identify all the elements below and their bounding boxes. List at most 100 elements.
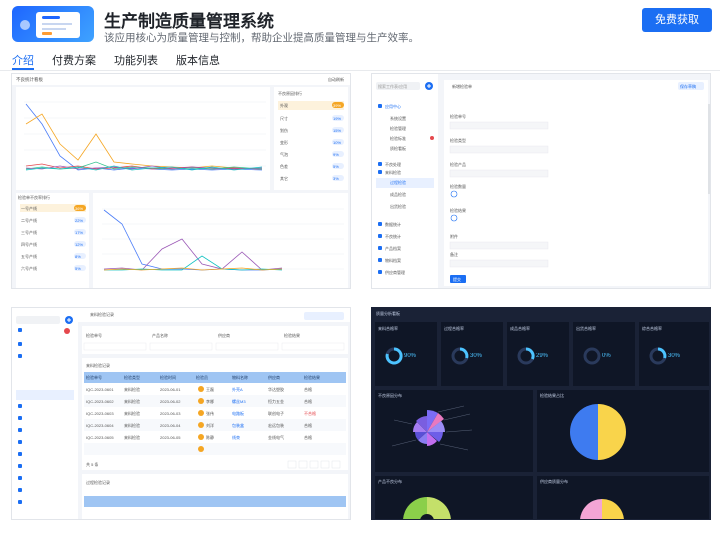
field-label: 检验结果 (450, 208, 466, 213)
cell: 来料检验 (124, 435, 140, 440)
line-item: 二号产线 (21, 218, 37, 223)
kpi-label: 综合合格率 (642, 326, 662, 331)
reason-item: 变形 (280, 140, 288, 145)
screenshot-table[interactable]: 来料检验记录 检验单号 产品名称 供应商 检验结果 来料检验记录 检验单号 检验… (11, 307, 351, 520)
nav-item[interactable]: 数据统计 (385, 222, 401, 228)
tab-pricing[interactable]: 付费方案 (52, 52, 96, 68)
save-draft-button[interactable]: 保存草稿 (680, 84, 696, 90)
nav-item[interactable]: 来料检验 (385, 170, 401, 176)
cell: 张伟 (206, 411, 214, 416)
nav-item[interactable]: 出货检验 (390, 204, 406, 210)
cell: 电路板 (232, 411, 244, 416)
reason-pct: 15% (333, 128, 342, 133)
filter-label[interactable]: 产品名称 (152, 333, 168, 339)
reason-pct: 5% (333, 164, 339, 169)
cell: 2023-06-02 (160, 399, 181, 404)
column-header[interactable]: 物料名称 (232, 375, 266, 381)
cell: IQC-2023-0605 (86, 435, 114, 440)
cell: 合格 (304, 387, 312, 392)
kpi-label: 出货合格率 (576, 326, 596, 331)
nav-item[interactable]: 不良处理 (385, 162, 401, 168)
cell: 合格 (304, 399, 312, 404)
cell: 金线电气 (268, 435, 284, 440)
reason-item: 尺寸 (280, 116, 288, 121)
search-input[interactable]: 搜索工作表/应用 (378, 84, 407, 90)
free-get-button[interactable]: 免费获取 (642, 8, 712, 32)
column-header[interactable]: 供应商 (268, 375, 302, 381)
cell: 包装盒 (232, 423, 244, 428)
pagination-count: 共 5 条 (86, 462, 99, 467)
line-pct: 36% (75, 206, 84, 211)
form-title: 新增检验单 (452, 84, 472, 89)
table-row[interactable]: IQC-2023-0602 来料检验 2023-06-02 李娜 螺丝M3 恒力… (12, 398, 350, 410)
table-row[interactable]: IQC-2023-0601 来料检验 2023-06-01 王磊 外壳A 华达塑… (12, 386, 350, 398)
kpi-label: 来料合格率 (378, 326, 398, 331)
reason-pct: 3% (333, 176, 339, 181)
column-header[interactable]: 检验结果 (304, 375, 342, 381)
line-item: 三号产线 (21, 230, 37, 235)
reason-item: 其它 (280, 176, 288, 181)
panel-title: 不良原因分布 (378, 393, 402, 398)
nav-item[interactable]: 检验标准 (390, 136, 406, 142)
reason-pct: 10% (333, 140, 342, 145)
nav-item[interactable]: 供应商管理 (385, 270, 405, 276)
kpi-label: 成品合格率 (510, 326, 530, 331)
reason-pct: 39% (333, 103, 342, 108)
records-title: 来料检验记录 (86, 363, 110, 368)
screenshot-dark-dashboard[interactable]: 质量分析看板 来料合格率 过程合格率 成品合格率 出货合格率 综合合格率 90%… (371, 307, 711, 520)
field-label: 附件 (450, 234, 458, 239)
tab-intro[interactable]: 介绍 (12, 52, 34, 68)
screenshot-form[interactable]: 搜索工作表/应用 应用中心 系统设置 检验管理 检验标准 质检看板 不良处理 来… (371, 73, 711, 289)
filter-label[interactable]: 检验单号 (86, 333, 102, 339)
nav-item[interactable]: 不良统计 (385, 234, 401, 240)
reason-item: 气泡 (280, 152, 288, 157)
cell: 来料检验 (124, 387, 140, 392)
screenshot-dashboard[interactable]: 不良统计看板 自动刷新 不良原因排行 外观 尺寸 划伤 变形 气泡 色差 其它 … (11, 73, 351, 289)
line-pct: 17% (75, 230, 84, 235)
submit-button[interactable]: 提交 (453, 277, 461, 283)
cell: 来料检验 (124, 411, 140, 416)
line-pct: 8% (75, 254, 81, 259)
dark-dashboard-preview (372, 308, 710, 519)
app-description: 该应用核心为质量管理与控制，帮助企业提高质量管理与生产效率。 (104, 32, 419, 44)
column-header[interactable]: 检验时间 (160, 375, 194, 381)
cell: IQC-2023-0601 (86, 387, 114, 392)
line-pct: 12% (75, 242, 84, 247)
cell: 来料检验 (124, 399, 140, 404)
tab-features[interactable]: 功能列表 (114, 52, 158, 68)
nav-item[interactable]: 物料档案 (385, 258, 401, 264)
panel-title: 供应商质量分布 (540, 479, 568, 484)
cell: IQC-2023-0603 (86, 411, 114, 416)
tab-versions[interactable]: 版本信息 (176, 52, 220, 68)
cell: 华达塑胶 (268, 387, 284, 392)
line-pct: 5% (75, 266, 81, 271)
nav-item[interactable]: 质检看板 (390, 146, 406, 152)
nav-item[interactable]: 产品档案 (385, 246, 401, 252)
column-header[interactable]: 检验员 (196, 375, 230, 381)
line-item: 五号产线 (21, 254, 37, 259)
nav-item[interactable]: 成品检验 (390, 192, 406, 198)
column-header[interactable]: 检验单号 (86, 375, 122, 381)
table-title: 来料检验记录 (90, 312, 114, 317)
nav-item[interactable]: 检验管理 (390, 126, 406, 132)
filter-label[interactable]: 检验结果 (284, 333, 300, 339)
cell: 合格 (304, 423, 312, 428)
table-row[interactable]: IQC-2023-0603 来料检验 2023-06-03 张伟 电路板 联创电… (12, 410, 350, 422)
table-row[interactable]: IQC-2023-0604 来料检验 2023-06-04 刘洋 包装盒 宏远包… (12, 422, 350, 434)
field-label: 检验单号 (450, 114, 466, 119)
kpi-value: 90% (404, 353, 417, 359)
kpi-label: 过程合格率 (444, 326, 464, 331)
reason-item: 色差 (280, 164, 288, 169)
kpi-value: 30% (668, 353, 681, 359)
column-header[interactable]: 检验类型 (124, 375, 158, 381)
filter-label[interactable]: 供应商 (218, 333, 230, 339)
second-table-title: 过程检验记录 (86, 480, 110, 485)
cell: 2023-06-05 (160, 435, 181, 440)
table-row[interactable]: IQC-2023-0605 来料检验 2023-06-05 陈静 线束 金线电气… (12, 434, 350, 446)
nav-item[interactable]: 系统设置 (390, 116, 406, 122)
nav-item[interactable]: 应用中心 (385, 104, 401, 110)
line-item: 四号产线 (21, 242, 37, 247)
cell: 合格 (304, 435, 312, 440)
field-label: 备注 (450, 252, 458, 257)
nav-item-active[interactable]: 过程检验 (390, 180, 406, 186)
